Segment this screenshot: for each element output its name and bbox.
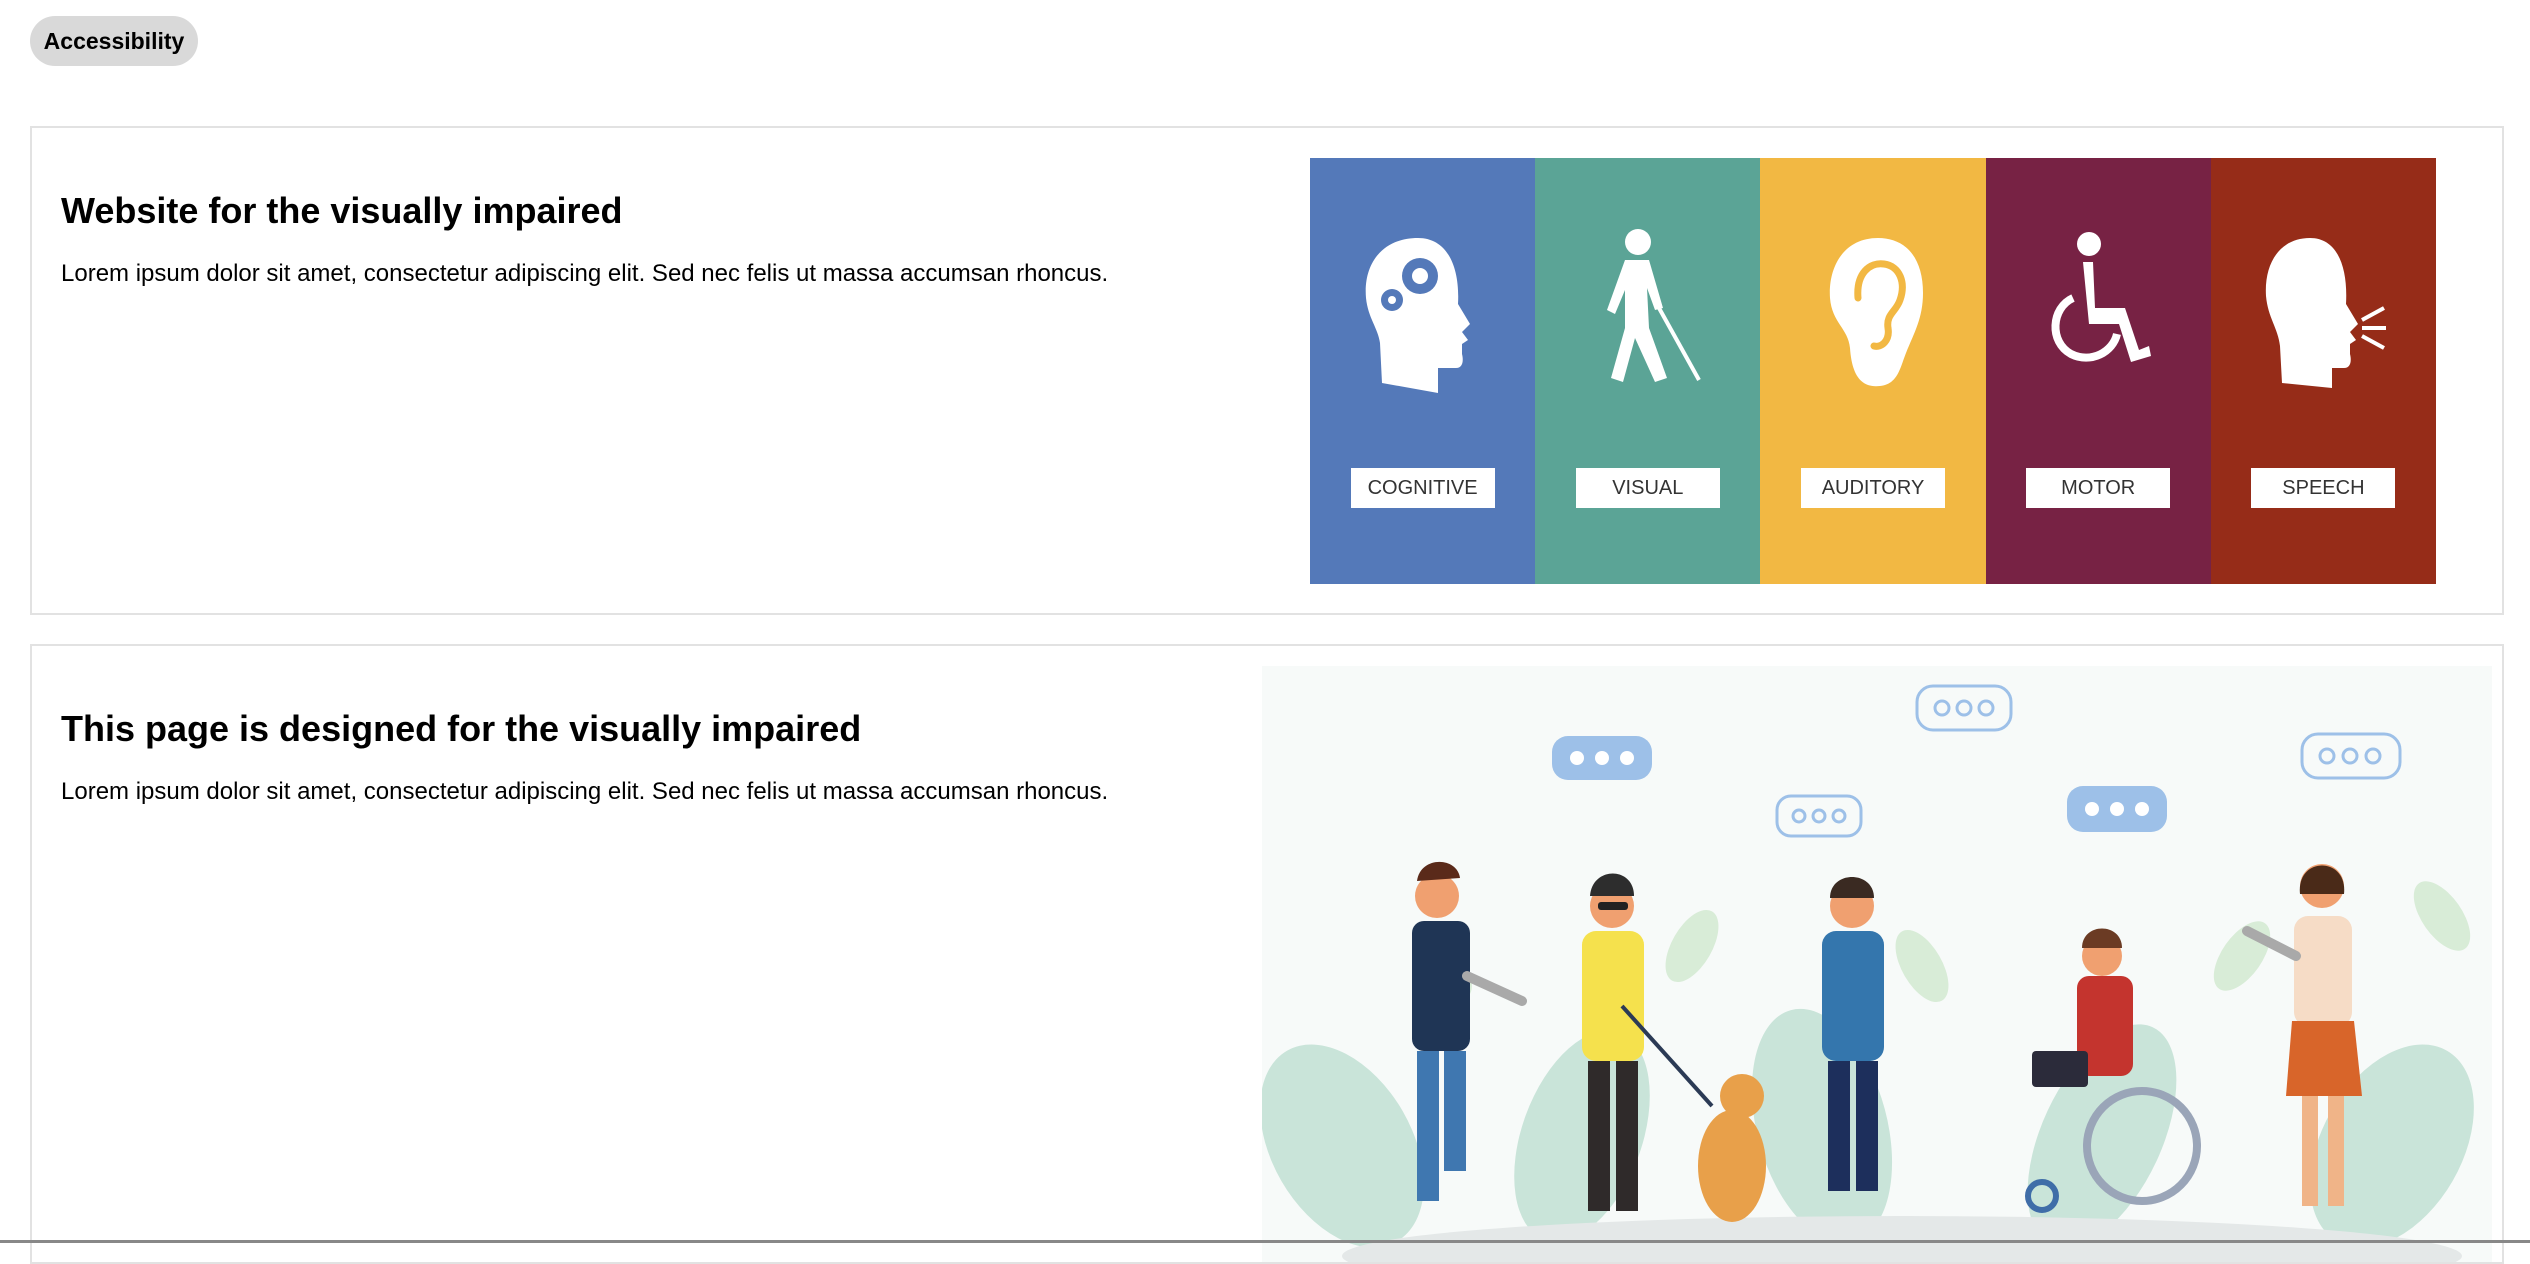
category-visual: VISUAL bbox=[1535, 158, 1761, 584]
accessibility-categories-image: COGNITIVE VISUAL AUDITORY MOTOR SPEECH bbox=[1310, 158, 2437, 584]
category-label: SPEECH bbox=[2251, 468, 2396, 508]
inclusive-people-illustration bbox=[1262, 666, 2492, 1262]
category-label: COGNITIVE bbox=[1350, 468, 1495, 508]
category-label: AUDITORY bbox=[1801, 468, 1945, 508]
category-speech: SPEECH bbox=[2210, 158, 2437, 584]
category-label: MOTOR bbox=[2026, 468, 2171, 508]
category-auditory: AUDITORY bbox=[1760, 158, 1986, 584]
section-description: Lorem ipsum dolor sit amet, consectetur … bbox=[61, 778, 1109, 805]
designed-for-visually-impaired-card: This page is designed for the visually i… bbox=[30, 644, 2504, 1264]
head-gears-icon bbox=[1365, 238, 1470, 393]
wheelchair-icon bbox=[2051, 232, 2152, 362]
ear-icon bbox=[1829, 238, 1923, 387]
accessibility-button[interactable]: Accessibility bbox=[30, 16, 198, 66]
category-label: VISUAL bbox=[1575, 468, 1720, 508]
category-cognitive: COGNITIVE bbox=[1310, 158, 1536, 584]
section-title: This page is designed for the visually i… bbox=[61, 708, 862, 749]
section-title: Website for the visually impaired bbox=[61, 190, 623, 231]
section-description: Lorem ipsum dolor sit amet, consectetur … bbox=[61, 260, 1109, 287]
speaking-head-icon bbox=[2266, 238, 2387, 388]
category-motor: MOTOR bbox=[1985, 158, 2211, 584]
person-with-cane-icon bbox=[1606, 229, 1701, 382]
visually-impaired-card: Website for the visually impaired Lorem … bbox=[30, 126, 2504, 615]
